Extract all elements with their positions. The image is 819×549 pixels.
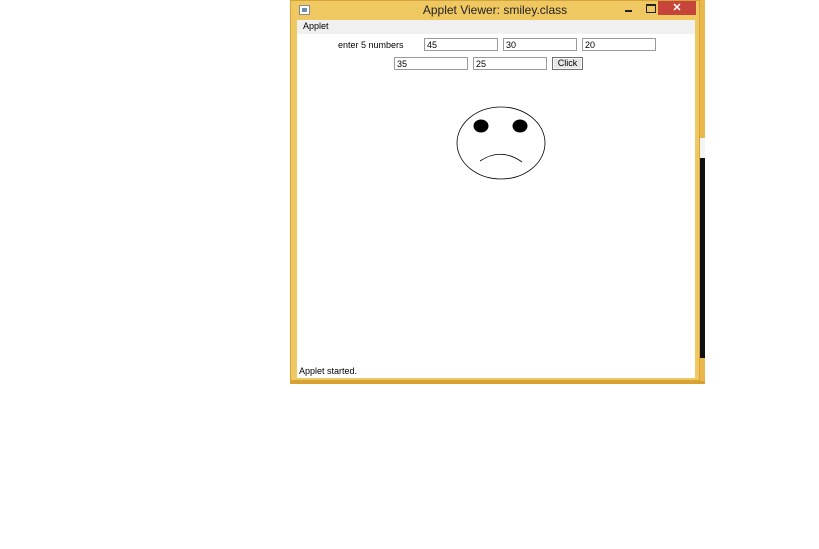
background-window-fragment [700,138,705,158]
minimize-button[interactable] [618,1,640,15]
face-outline [456,106,546,180]
right-eye [512,119,528,133]
background-window-dark-fragment [700,158,705,358]
taskbar-edge [290,381,705,384]
maximize-icon [646,4,656,13]
close-button[interactable]: ✕ [658,1,696,15]
status-bar-text: Applet started. [299,366,358,376]
applet-area: Applet enter 5 numbers Click Applet star… [297,20,695,378]
minimize-icon [625,10,632,12]
applet-viewer-window: Applet Viewer: smiley.class ✕ Applet ent… [290,0,700,381]
sad-face-drawing [456,106,546,180]
title-bar[interactable]: Applet Viewer: smiley.class ✕ [291,1,699,20]
close-icon: ✕ [672,2,682,14]
left-eye [473,119,489,133]
